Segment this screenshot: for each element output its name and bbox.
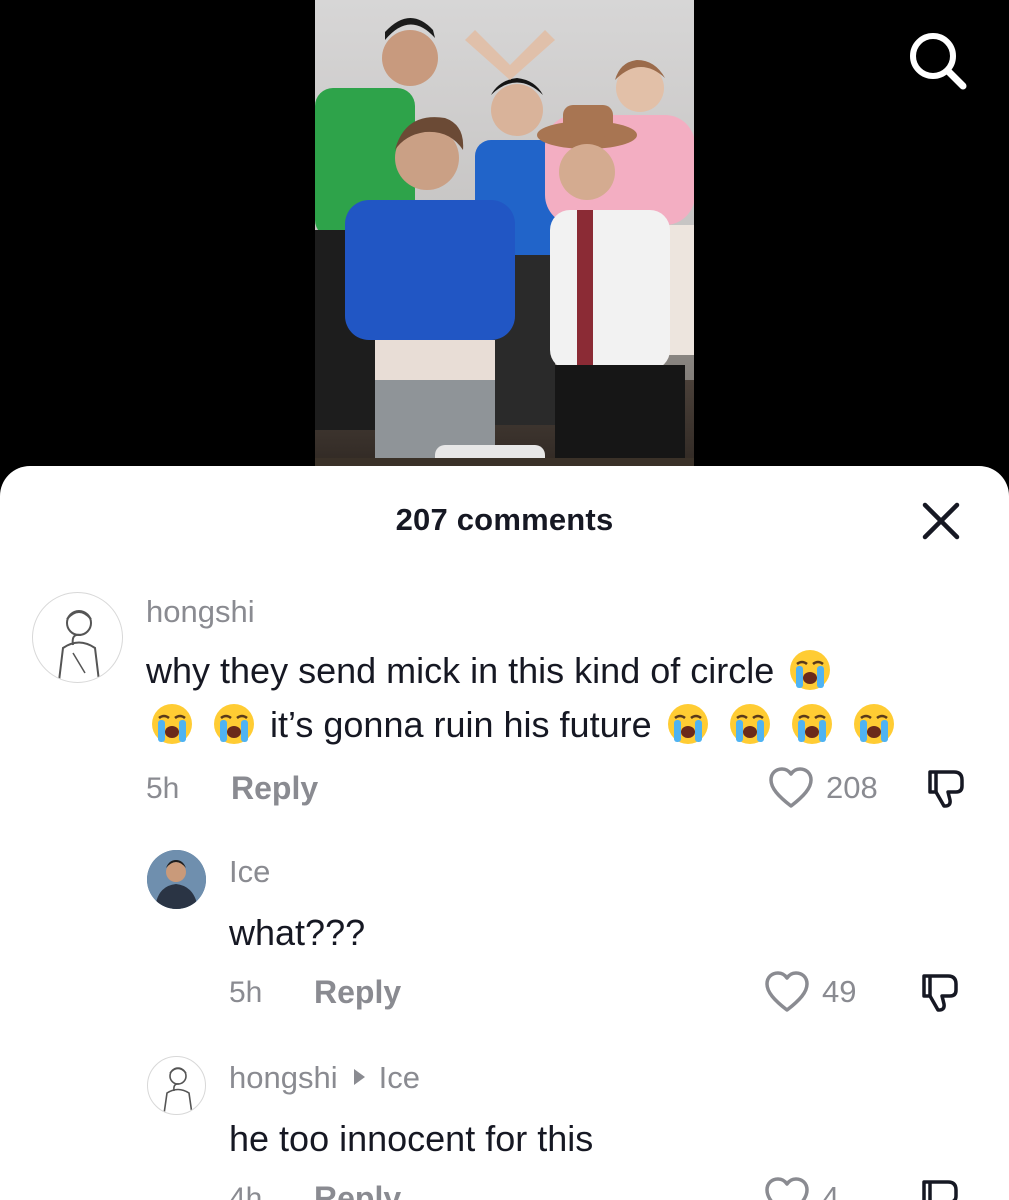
- like-button[interactable]: 4: [764, 1176, 874, 1200]
- comment-username[interactable]: hongshi: [146, 594, 255, 630]
- user-sketch-avatar-icon: [58, 610, 100, 682]
- like-count: 208: [826, 770, 878, 805]
- avatar[interactable]: [147, 850, 206, 909]
- dislike-button[interactable]: [918, 1176, 962, 1200]
- comment-text-line-2: it’s gonna ruin his future: [270, 704, 652, 745]
- user-sketch-avatar-icon: [163, 1067, 193, 1114]
- loudly-crying-face-emoji-icon: [790, 650, 831, 690]
- reply-button[interactable]: Reply: [314, 1180, 401, 1200]
- comment-item: Ice what??? 5h Reply 49: [0, 836, 1009, 1016]
- thumbs-down-icon: [928, 770, 964, 808]
- comment-timestamp: 4h: [229, 1182, 263, 1200]
- comment-timestamp: 5h: [229, 976, 263, 1009]
- comment-text-line-1: why they send mick in this kind of circl…: [146, 650, 775, 691]
- comment-text: why they send mick in this kind of circl…: [146, 644, 966, 752]
- comment-item: hongshi Ice he too innocent for this 4h R…: [0, 1042, 1009, 1200]
- avatar[interactable]: [32, 592, 123, 683]
- comment-timestamp: 5h: [146, 772, 180, 805]
- reply-button[interactable]: Reply: [314, 974, 401, 1011]
- reply-to-arrow-icon: [353, 1069, 365, 1085]
- loudly-crying-face-emoji-icon: [214, 704, 255, 744]
- comment-text: he too innocent for this: [229, 1118, 594, 1159]
- heart-icon: [769, 767, 813, 808]
- like-count: 4: [822, 1180, 840, 1200]
- like-button[interactable]: 49: [764, 970, 874, 1014]
- dislike-button[interactable]: [918, 970, 962, 1014]
- app-screen: 207 comments hongshi why they send mick …: [0, 0, 1009, 1200]
- comment-text: what???: [229, 912, 366, 953]
- thumbs-down-icon: [922, 1180, 958, 1200]
- dislike-button[interactable]: [924, 766, 968, 810]
- comment-author[interactable]: hongshi: [229, 1060, 338, 1095]
- comments-sheet: 207 comments hongshi why they send mick …: [0, 466, 1009, 1200]
- like-count: 49: [822, 974, 857, 1009]
- loudly-crying-face-emoji-icon: [853, 704, 894, 744]
- video-player[interactable]: [315, 0, 694, 480]
- comment-username[interactable]: Ice: [229, 854, 270, 890]
- heart-icon: [765, 971, 809, 1012]
- like-button[interactable]: 208: [768, 766, 888, 810]
- search-icon: [910, 33, 967, 90]
- thumbs-down-icon: [922, 974, 958, 1012]
- comment-item: hongshi why they send mick in this kind …: [0, 466, 1009, 826]
- search-button[interactable]: [905, 28, 969, 92]
- loudly-crying-face-emoji-icon: [667, 704, 708, 744]
- video-frame-people: [315, 17, 694, 480]
- loudly-crying-face-emoji-icon: [791, 704, 832, 744]
- heart-icon: [765, 1177, 809, 1200]
- loudly-crying-face-emoji-icon: [152, 704, 192, 744]
- user-photo-avatar-icon: [147, 850, 206, 909]
- reply-button[interactable]: Reply: [231, 770, 318, 807]
- loudly-crying-face-emoji-icon: [729, 704, 770, 744]
- reply-to-username[interactable]: Ice: [379, 1060, 420, 1095]
- avatar[interactable]: [147, 1056, 206, 1115]
- comment-username: hongshi Ice: [229, 1060, 420, 1096]
